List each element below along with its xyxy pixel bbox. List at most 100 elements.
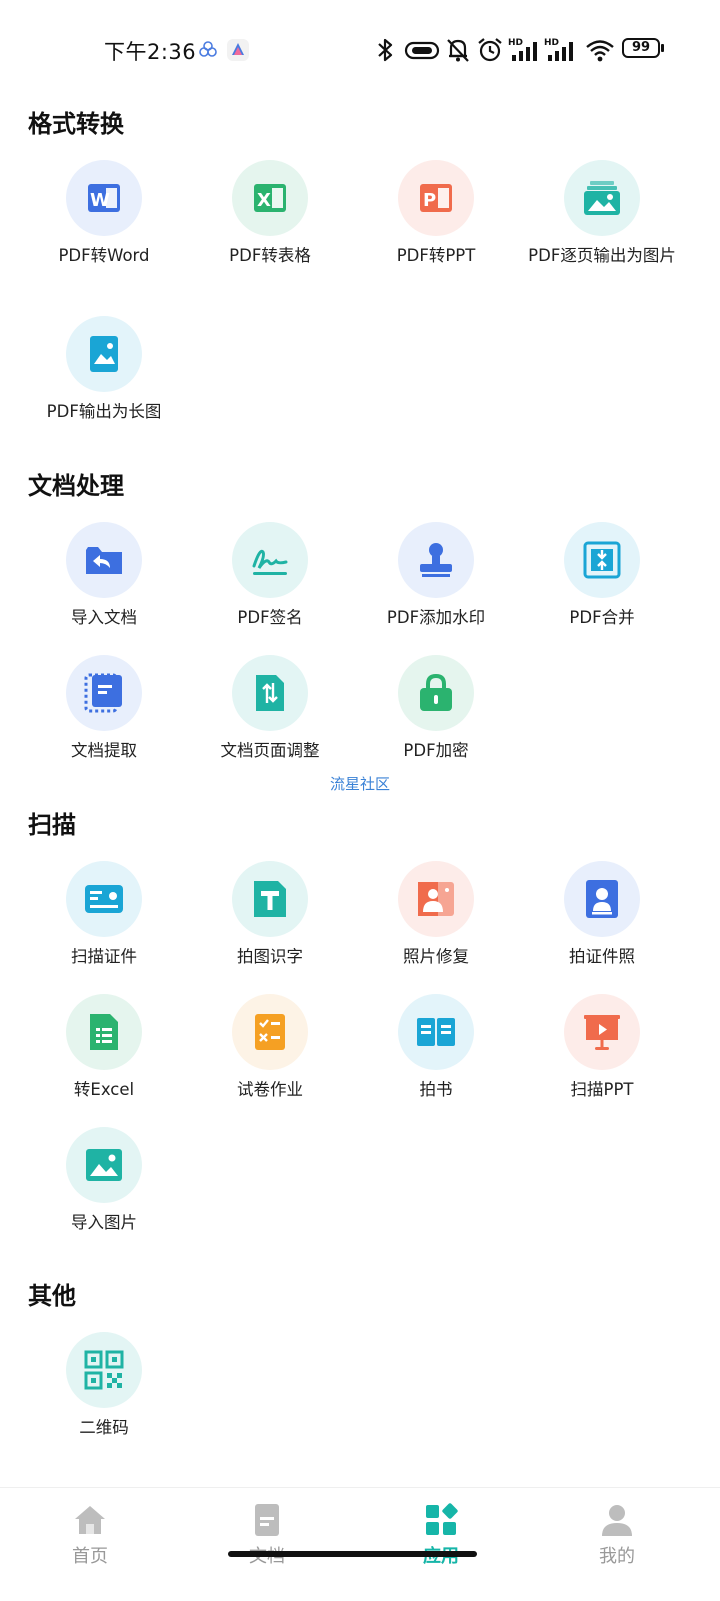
app-pdf-to-long-image[interactable]: PDF输出为长图 xyxy=(19,316,189,423)
app-label: PDF输出为长图 xyxy=(46,402,162,421)
presentation-icon xyxy=(564,994,640,1070)
cloud-sync-icon xyxy=(199,41,217,57)
app-label: 试卷作业 xyxy=(237,1080,303,1099)
app-label: 扫描证件 xyxy=(71,947,137,966)
svg-text:HD: HD xyxy=(508,38,523,48)
lock-icon xyxy=(398,655,474,731)
book-icon-glyph xyxy=(417,1018,455,1046)
id-photo-icon-glyph xyxy=(586,880,618,918)
nav-home[interactable]: 首页 xyxy=(0,1488,180,1568)
app-scan-book[interactable]: 拍书 xyxy=(351,994,521,1101)
watermark-text: 流星社区 xyxy=(329,775,390,793)
app-label: PDF转PPT xyxy=(396,246,476,265)
presentation-icon-glyph xyxy=(584,1015,620,1050)
app-pdf-watermark[interactable]: PDF添加水印 xyxy=(351,522,521,629)
app-notification-icon xyxy=(227,39,249,61)
page-adjust-icon-glyph xyxy=(256,675,284,711)
nav-label: 我的 xyxy=(599,1546,635,1567)
app-label: PDF加密 xyxy=(403,741,469,760)
alarm-icon xyxy=(478,38,502,62)
section-title-format: 格式转换 xyxy=(28,110,124,138)
qr-code-icon-glyph xyxy=(84,1350,124,1390)
exam-icon xyxy=(232,994,308,1070)
app-label: PDF转表格 xyxy=(229,246,311,265)
app-id-photo[interactable]: 拍证件照 xyxy=(517,861,687,968)
app-pdf-to-ppt[interactable]: P PDF转PPT xyxy=(351,160,521,267)
photo-repair-icon-glyph xyxy=(418,882,454,916)
app-qr-code[interactable]: 二维码 xyxy=(19,1332,189,1439)
battery-level: 99 xyxy=(631,40,651,55)
app-pdf-signature[interactable]: PDF签名 xyxy=(185,522,355,629)
signature-icon-glyph xyxy=(252,549,288,575)
app-scan-ppt[interactable]: 扫描PPT xyxy=(517,994,687,1101)
app-pdf-merge[interactable]: PDF合并 xyxy=(517,522,687,629)
app-label: PDF合并 xyxy=(569,608,635,627)
app-document-extract[interactable]: 文档提取 xyxy=(19,655,189,762)
app-import-document[interactable]: 导入文档 xyxy=(19,522,189,629)
app-page-adjust[interactable]: 文档页面调整 xyxy=(185,655,355,762)
stamp-icon-glyph xyxy=(420,543,452,577)
id-card-icon-glyph xyxy=(85,885,123,913)
app-label: 扫描PPT xyxy=(570,1080,634,1099)
app-label: 导入图片 xyxy=(71,1213,137,1232)
wifi-icon xyxy=(586,40,614,62)
sheet-icon-glyph xyxy=(90,1014,118,1050)
nav-label: 首页 xyxy=(72,1546,108,1567)
id-card-icon xyxy=(66,861,142,937)
app-label: PDF签名 xyxy=(237,608,303,627)
mute-bell-icon xyxy=(447,39,469,62)
image-stack-icon-glyph xyxy=(584,181,620,215)
stamp-icon xyxy=(398,522,474,598)
book-icon xyxy=(398,994,474,1070)
signal-hd-icon: HD xyxy=(508,38,537,61)
profile-icon xyxy=(602,1505,632,1536)
app-label: 文档页面调整 xyxy=(220,741,320,760)
excel-icon-glyph: X xyxy=(254,184,286,212)
image-stack-icon xyxy=(564,160,640,236)
photo-repair-icon xyxy=(398,861,474,937)
app-to-excel[interactable]: 转Excel xyxy=(19,994,189,1101)
document-icon xyxy=(255,1504,279,1536)
app-label: PDF转Word xyxy=(58,246,150,265)
extract-icon-glyph xyxy=(84,673,122,713)
sheet-icon xyxy=(66,994,142,1070)
app-pdf-to-word[interactable]: W PDF转Word xyxy=(19,160,189,267)
folder-import-icon-glyph xyxy=(86,547,122,574)
home-indicator[interactable] xyxy=(228,1551,477,1557)
merge-icon xyxy=(564,522,640,598)
app-label: 拍书 xyxy=(419,1080,453,1099)
nav-profile[interactable]: 我的 xyxy=(527,1488,707,1568)
apps-icon xyxy=(426,1503,458,1535)
app-exam-homework[interactable]: 试卷作业 xyxy=(185,994,355,1101)
image-import-icon xyxy=(66,1127,142,1203)
excel-icon: X xyxy=(232,160,308,236)
home-icon xyxy=(75,1506,105,1534)
svg-text:HD: HD xyxy=(544,38,559,48)
app-label: 二维码 xyxy=(79,1418,129,1437)
svg-text:W: W xyxy=(90,190,110,211)
word-icon: W xyxy=(66,160,142,236)
app-pdf-encrypt[interactable]: PDF加密 xyxy=(351,655,521,762)
bluetooth-icon xyxy=(378,38,393,62)
extract-icon xyxy=(66,655,142,731)
status-bar: 下午2:36 HD HD 99 xyxy=(0,0,720,96)
app-label: 拍证件照 xyxy=(569,947,635,966)
app-text-recognition[interactable]: 拍图识字 xyxy=(185,861,355,968)
qr-code-icon xyxy=(66,1332,142,1408)
folder-import-icon xyxy=(66,522,142,598)
app-pdf-to-excel[interactable]: X PDF转表格 xyxy=(185,160,355,267)
svg-text:P: P xyxy=(423,190,436,211)
app-import-image[interactable]: 导入图片 xyxy=(19,1127,189,1234)
app-label: PDF添加水印 xyxy=(386,608,486,627)
app-pdf-pages-to-images[interactable]: PDF逐页输出为图片 xyxy=(517,160,687,267)
app-label: 转Excel xyxy=(73,1080,135,1099)
svg-text:X: X xyxy=(257,190,271,211)
app-photo-repair[interactable]: 照片修复 xyxy=(351,861,521,968)
id-photo-icon xyxy=(564,861,640,937)
ppt-icon: P xyxy=(398,160,474,236)
lock-icon-glyph xyxy=(420,673,452,711)
app-scan-id[interactable]: 扫描证件 xyxy=(19,861,189,968)
status-time: 下午2:36 xyxy=(104,40,197,64)
long-image-icon-glyph xyxy=(90,336,118,372)
section-title-scan: 扫描 xyxy=(28,811,76,839)
